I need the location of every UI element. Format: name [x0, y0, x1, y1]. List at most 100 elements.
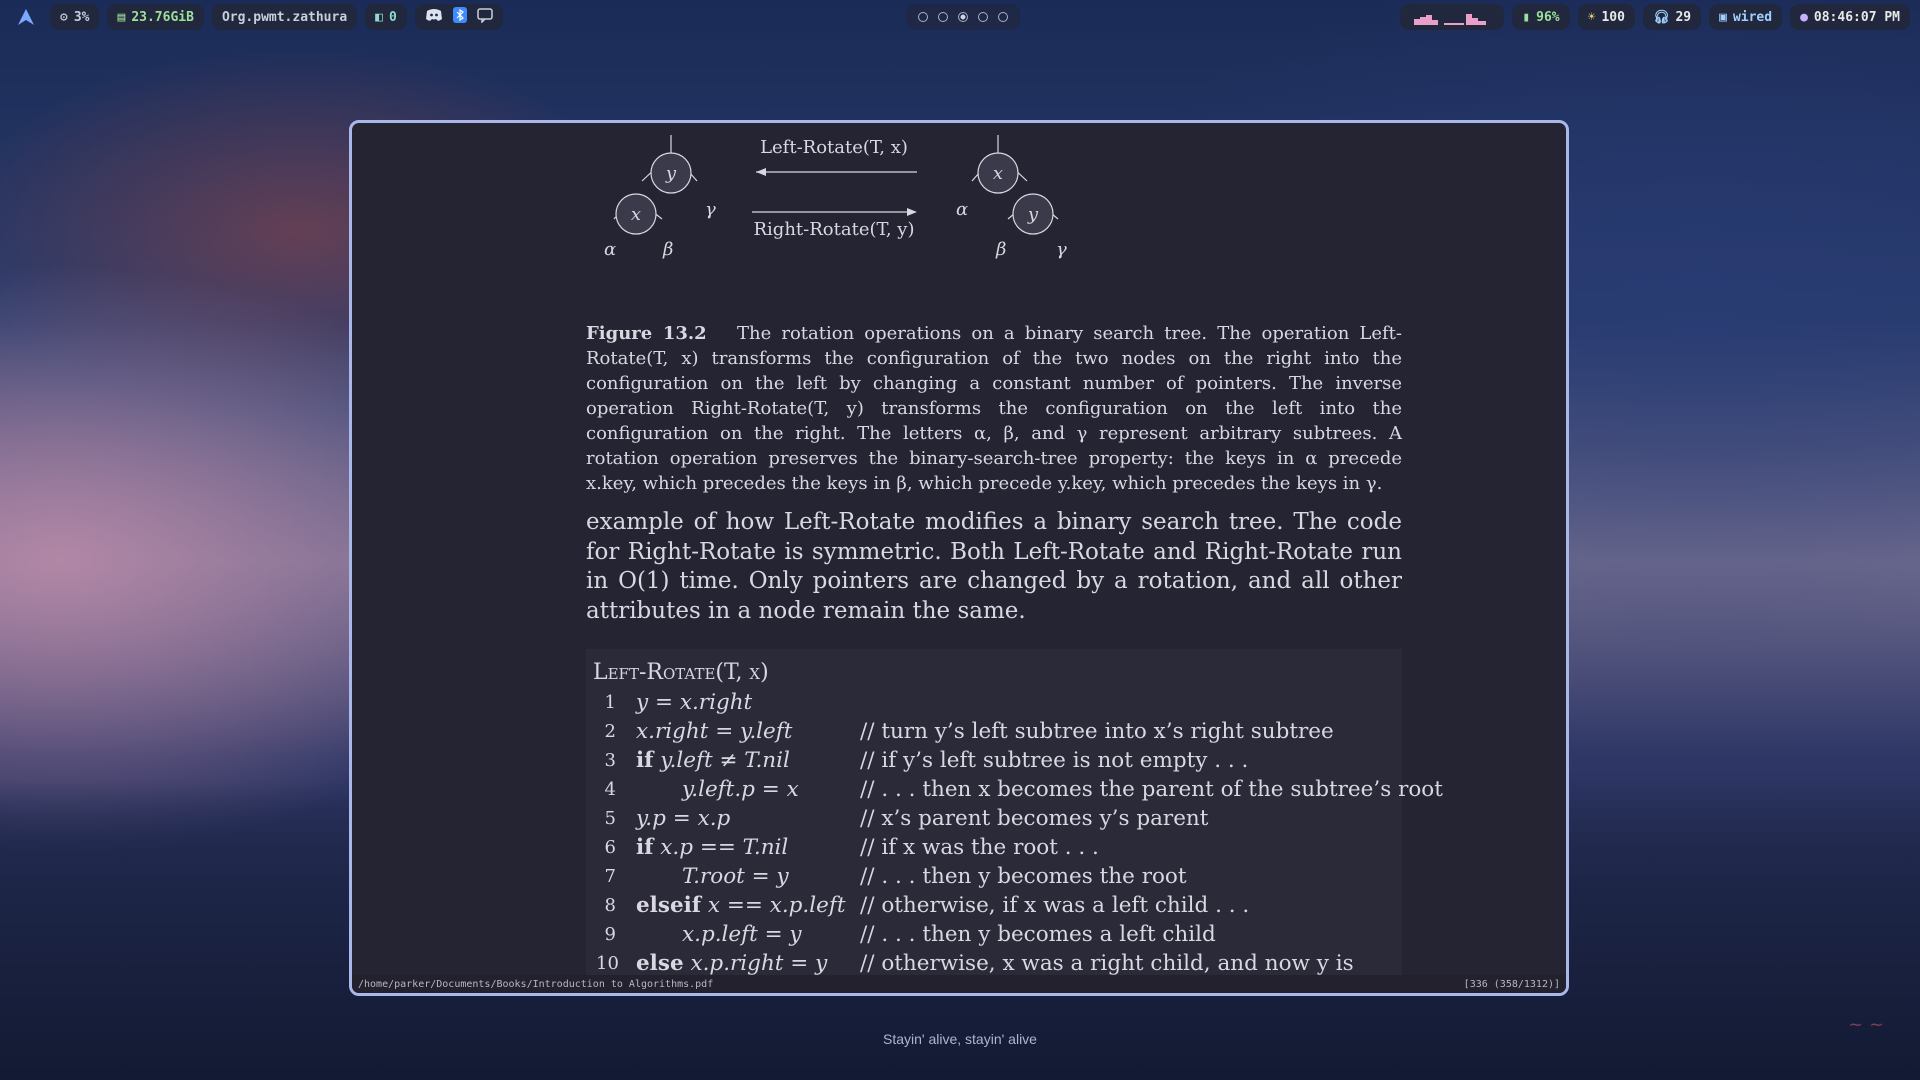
- code-statement: if y.left ≠ T.nil: [636, 748, 790, 773]
- battery-widget[interactable]: ▮ 96%: [1512, 4, 1570, 30]
- network-value: wired: [1732, 9, 1773, 25]
- topbar-left: ⚙ 3% ▤ 23.76GiB Org.pwmt.zathura ◧ 0: [10, 4, 503, 30]
- zathura-window[interactable]: y x γ α β Left-Rotate(T, x) Right-Rotate…: [349, 120, 1569, 996]
- code-comment: // turn y’s left subtree into x’s right …: [860, 719, 1334, 744]
- tagline: Stayin' alive, stayin' alive: [883, 1031, 1037, 1047]
- counter-widget[interactable]: ◧ 0: [365, 4, 407, 30]
- clock-value: 08:46:07 PM: [1813, 9, 1900, 25]
- zathura-statusbar: /home/parker/Documents/Books/Introductio…: [352, 975, 1566, 993]
- rotation-figure: y x γ α β Left-Rotate(T, x) Right-Rotate…: [604, 135, 1067, 260]
- line-number: 7: [604, 866, 616, 887]
- memory-widget[interactable]: ▤ 23.76GiB: [107, 4, 204, 30]
- line-number: 3: [604, 750, 616, 771]
- discord-icon[interactable]: [425, 8, 443, 26]
- bluetooth-icon[interactable]: [452, 7, 467, 27]
- clock-icon: ●: [1800, 9, 1808, 25]
- battery-icon: ▮: [1522, 9, 1531, 25]
- window-title-widget[interactable]: Org.pwmt.zathura: [211, 4, 358, 30]
- code-comment: // x’s parent becomes y’s parent: [860, 806, 1209, 831]
- code-comment: // otherwise, if x was a left child . . …: [860, 893, 1250, 918]
- network-widget[interactable]: ▣ wired: [1709, 4, 1783, 30]
- code-statement: y.p = x.p: [636, 806, 731, 831]
- ethernet-icon: ▣: [1719, 9, 1727, 25]
- artist-signature: ~ ~: [1848, 1014, 1884, 1035]
- left-rotate-label: Left-Rotate(T, x): [760, 137, 908, 158]
- code-line: 3 if y.left ≠ T.nil // if y’s left subtr…: [586, 746, 1402, 775]
- brightness-value: 100: [1601, 9, 1625, 25]
- volume-value: 29: [1675, 9, 1692, 25]
- arch-logo-icon[interactable]: [10, 4, 42, 30]
- cpu-widget[interactable]: ⚙ 3%: [50, 4, 100, 30]
- code-statement: else x.p.right = y: [636, 951, 828, 975]
- right-tree-gamma: γ: [1056, 239, 1067, 260]
- left-tree-alpha: α: [604, 239, 616, 260]
- pseudocode-title: Left-Rotate(T, x): [593, 660, 769, 685]
- line-number: 6: [604, 837, 616, 858]
- code-statement: if x.p == T.nil: [636, 835, 789, 860]
- workspace-5[interactable]: [998, 12, 1008, 22]
- code-line: 1 y = x.right: [586, 688, 1402, 717]
- code-statement: x.p.left = y: [682, 922, 802, 947]
- line-number: 1: [604, 692, 616, 713]
- code-line: 7 T.root = y // . . . then y becomes the…: [586, 862, 1402, 891]
- code-line: 6 if x.p == T.nil // if x was the root .…: [586, 833, 1402, 862]
- code-comment: // otherwise, x was a right child, and n…: [860, 951, 1354, 975]
- battery-value: 96%: [1536, 9, 1560, 25]
- workspace-1[interactable]: [918, 12, 928, 22]
- line-number: 9: [604, 924, 616, 945]
- workspace-4[interactable]: [978, 12, 988, 22]
- visualizer-bars: [1414, 14, 1487, 25]
- counter-value: 0: [389, 9, 397, 25]
- cpu-icon: ⚙: [60, 9, 68, 25]
- package-icon: ◧: [375, 9, 383, 25]
- page-indicator: [336 (358/1312)]: [1463, 978, 1560, 990]
- code-line: 5 y.p = x.p // x’s parent becomes y’s pa…: [586, 804, 1402, 833]
- right-tree: x y α β γ: [956, 135, 1067, 260]
- right-rotate-label: Right-Rotate(T, y): [754, 219, 915, 240]
- code-statement: y.left.p = x: [682, 777, 799, 802]
- volume-widget[interactable]: 🎧︎ 29: [1642, 4, 1702, 30]
- code-comment: // . . . then x becomes the parent of th…: [860, 777, 1443, 802]
- brightness-widget[interactable]: ☀ 100: [1577, 4, 1635, 30]
- code-comment: // . . . then y becomes the root: [860, 864, 1187, 889]
- workspace-dots: [906, 4, 1020, 30]
- right-tree-beta: β: [995, 239, 1006, 260]
- code-comment: // if x was the root . . .: [860, 835, 1099, 860]
- cpu-value: 3%: [73, 9, 90, 25]
- code-line: 2 x.right = y.left // turn y’s left subt…: [586, 717, 1402, 746]
- figure-label: Figure 13.2: [586, 323, 707, 344]
- brightness-icon: ☀: [1587, 9, 1596, 25]
- right-tree-alpha: α: [956, 199, 968, 220]
- left-tree: y x γ α β: [604, 135, 716, 260]
- line-number: 2: [604, 721, 616, 742]
- pdf-page[interactable]: y x γ α β Left-Rotate(T, x) Right-Rotate…: [352, 123, 1566, 975]
- left-tree-child: x: [631, 204, 641, 225]
- caption-text: The rotation operations on a binary sear…: [586, 323, 1402, 494]
- code-comment: // if y’s left subtree is not empty . . …: [860, 748, 1249, 773]
- file-path: /home/parker/Documents/Books/Introductio…: [358, 978, 714, 990]
- left-tree-root: y: [665, 163, 677, 184]
- code-line: 10 else x.p.right = y // otherwise, x wa…: [586, 949, 1402, 975]
- clock-widget[interactable]: ● 08:46:07 PM: [1790, 4, 1910, 30]
- workspace-3[interactable]: [958, 12, 968, 22]
- left-tree-beta: β: [662, 239, 673, 260]
- audio-visualizer: [1400, 4, 1505, 30]
- window-class: Org.pwmt.zathura: [221, 9, 348, 25]
- code-line: 8 elseif x == x.p.left // otherwise, if …: [586, 891, 1402, 920]
- headphones-icon: 🎧︎: [1652, 9, 1670, 25]
- line-number: 4: [604, 779, 616, 800]
- code-statement: x.right = y.left: [636, 719, 793, 744]
- right-tree-child: y: [1027, 204, 1039, 225]
- figure-caption: Figure 13.2 The rotation operations on a…: [586, 321, 1402, 496]
- line-number: 5: [604, 808, 616, 829]
- workspace-2[interactable]: [938, 12, 948, 22]
- line-number: 10: [596, 953, 619, 974]
- memory-icon: ▤: [117, 9, 126, 25]
- chat-icon[interactable]: [477, 7, 493, 27]
- tray: [414, 4, 503, 30]
- right-tree-root: x: [993, 163, 1003, 184]
- body-paragraph: example of how Left-Rotate modifies a bi…: [586, 509, 1402, 624]
- code-line: 4 y.left.p = x // . . . then x becomes t…: [586, 775, 1443, 804]
- code-statement: elseif x == x.p.left: [636, 893, 846, 918]
- code-comment: // . . . then y becomes a left child: [860, 922, 1216, 947]
